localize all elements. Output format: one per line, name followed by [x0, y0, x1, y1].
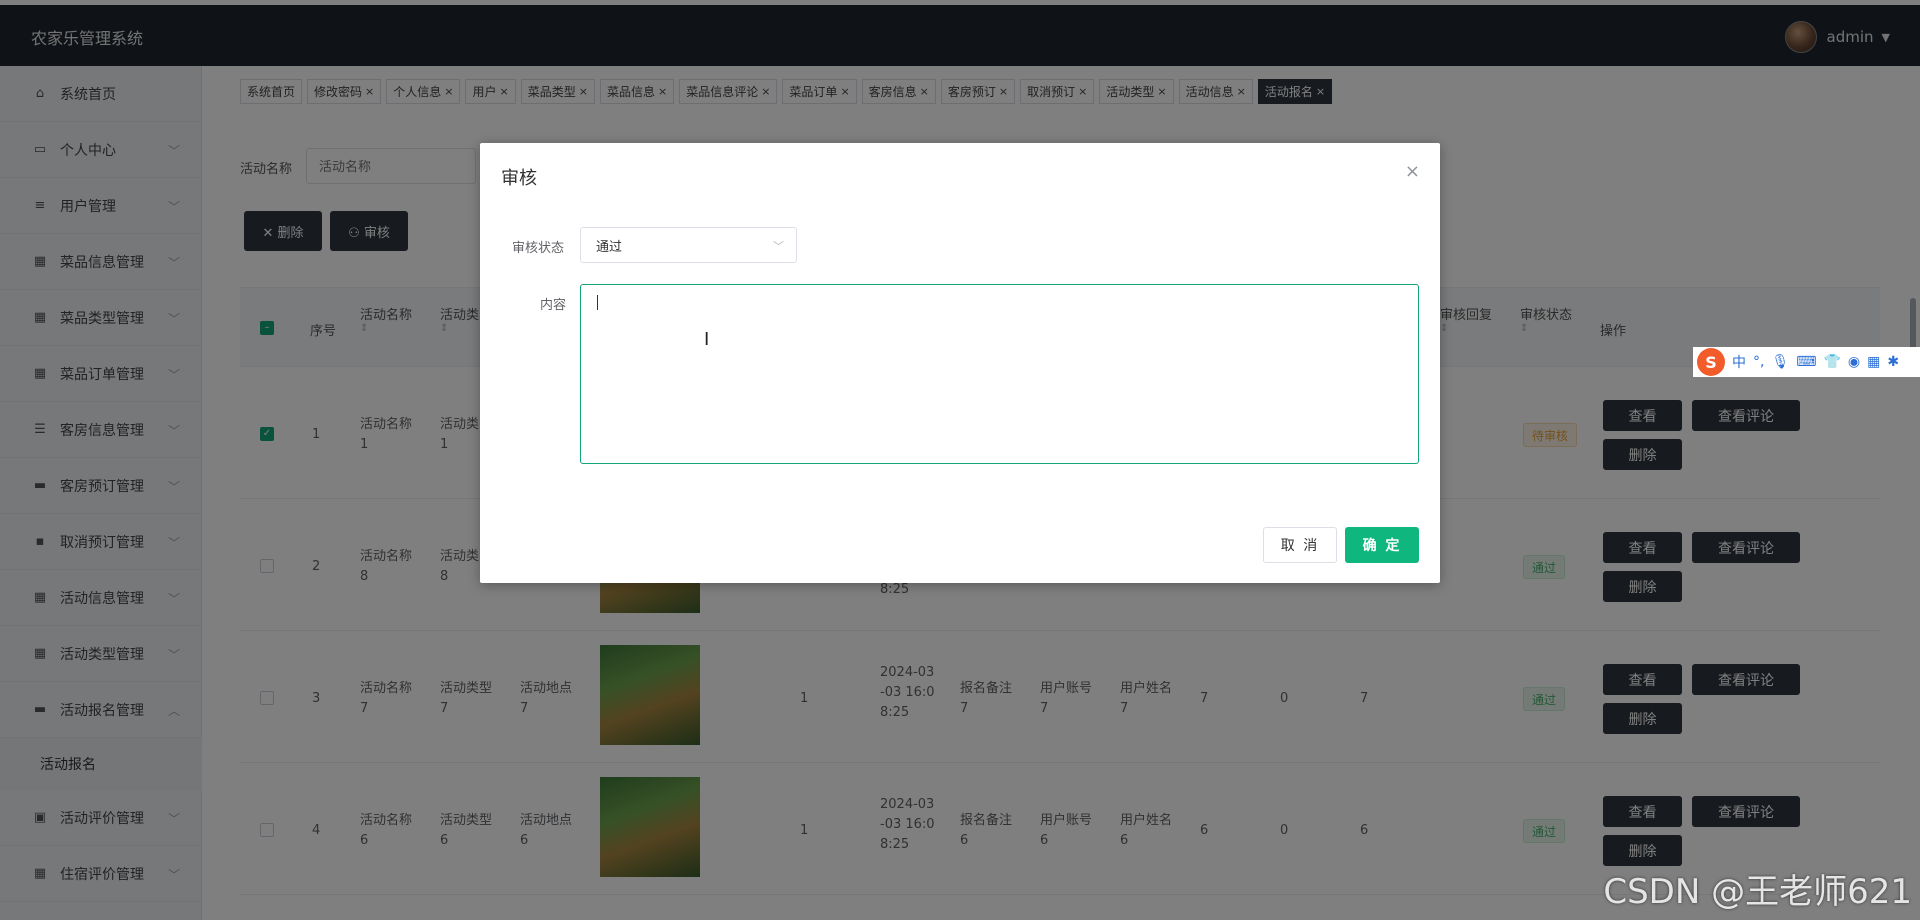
- ime-toolbar[interactable]: S 中 °, 🎙 ⌨ 👕 ◉ ▦ ✱: [1693, 347, 1920, 377]
- sogou-logo-icon[interactable]: S: [1697, 348, 1725, 376]
- confirm-button[interactable]: 确 定: [1345, 527, 1419, 563]
- skin-icon[interactable]: 👕: [1823, 354, 1840, 370]
- text-cursor: [597, 295, 598, 310]
- content-label: 内容: [540, 298, 567, 313]
- microphone-icon[interactable]: 🎙: [1771, 354, 1789, 370]
- watermark: CSDN @王老师621: [1603, 872, 1912, 912]
- dialog-title: 审核: [501, 168, 537, 189]
- keyboard-icon[interactable]: ⌨: [1796, 354, 1816, 370]
- chevron-down-icon: ﹀: [773, 240, 784, 253]
- audit-status-label: 审核状态: [512, 241, 565, 256]
- ime-chinese-mode[interactable]: 中: [1732, 352, 1746, 372]
- settings-icon[interactable]: ✱: [1887, 354, 1899, 370]
- content-textarea[interactable]: [580, 284, 1419, 464]
- audit-status-select[interactable]: 通过 ﹀: [580, 227, 797, 263]
- cancel-button[interactable]: 取 消: [1263, 527, 1337, 563]
- punctuation-icon[interactable]: °,: [1753, 354, 1764, 370]
- close-icon[interactable]: ×: [1405, 161, 1420, 182]
- game-icon[interactable]: ◉: [1848, 354, 1860, 370]
- apps-icon[interactable]: ▦: [1867, 354, 1880, 370]
- audit-dialog: 审核 × 审核状态 通过 ﹀ 内容 I 取 消 确 定: [480, 143, 1440, 583]
- ibeam-cursor-icon: I: [704, 329, 710, 350]
